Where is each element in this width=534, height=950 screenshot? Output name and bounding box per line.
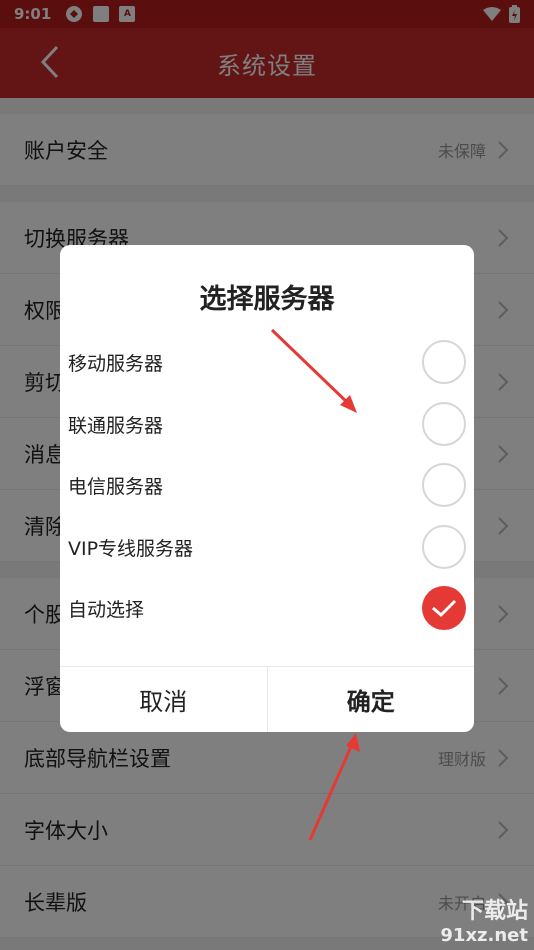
option-auto-select[interactable]: 自动选择 bbox=[60, 577, 474, 639]
option-label: VIP专线服务器 bbox=[68, 537, 194, 560]
radio-button[interactable] bbox=[422, 340, 466, 384]
option-vip-server[interactable]: VIP专线服务器 bbox=[60, 516, 474, 578]
watermark-site: 91xz.net bbox=[440, 925, 528, 946]
option-unicom-server[interactable]: 联通服务器 bbox=[60, 393, 474, 455]
radio-button[interactable] bbox=[422, 402, 466, 446]
select-server-dialog: 选择服务器 移动服务器 联通服务器 电信服务器 VIP专线服务器 自动选择 取消… bbox=[60, 245, 474, 732]
option-label: 联通服务器 bbox=[68, 414, 164, 437]
dialog-title: 选择服务器 bbox=[199, 284, 335, 315]
radio-button[interactable] bbox=[422, 525, 466, 569]
option-mobile-server[interactable]: 移动服务器 bbox=[60, 331, 474, 393]
option-telecom-server[interactable]: 电信服务器 bbox=[60, 454, 474, 516]
option-label: 移动服务器 bbox=[68, 352, 164, 375]
dialog-footer: 取消 确定 bbox=[60, 666, 474, 732]
option-label: 自动选择 bbox=[68, 598, 145, 621]
radio-button-checked[interactable] bbox=[422, 586, 466, 630]
option-label: 电信服务器 bbox=[68, 475, 164, 498]
watermark-brand: 下载站 bbox=[461, 899, 528, 924]
confirm-button[interactable]: 确定 bbox=[266, 667, 475, 732]
watermark: 下载站 91xz.net bbox=[440, 893, 528, 946]
cancel-button[interactable]: 取消 bbox=[60, 667, 267, 732]
checkmark-icon bbox=[432, 599, 457, 618]
radio-button[interactable] bbox=[422, 463, 466, 507]
